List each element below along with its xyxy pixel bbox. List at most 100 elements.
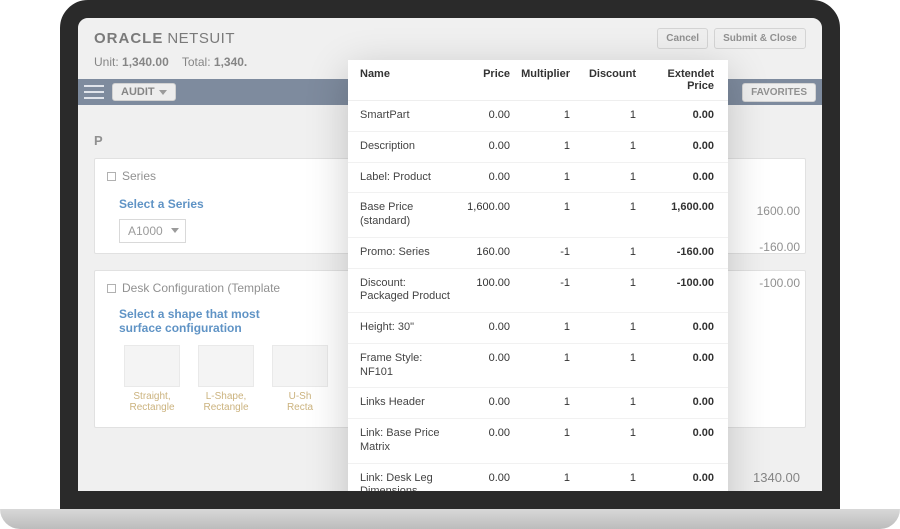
hamburger-icon[interactable] (84, 85, 104, 99)
shape-label-line1: L-Shape, (193, 391, 259, 402)
shape-thumbnail (272, 345, 328, 387)
cell-extended-price: 1,600.00 (638, 199, 716, 215)
cell-price: 1,600.00 (452, 199, 512, 215)
cell-name: Link: Base Price Matrix (358, 425, 452, 457)
cancel-button[interactable]: Cancel (657, 28, 708, 49)
cell-discount: 1 (572, 199, 638, 215)
side-running-total: 1340.00 (753, 470, 800, 485)
table-row: Base Price (standard)1,600.00111,600.00 (348, 193, 728, 238)
shape-option[interactable]: Straight,Rectangle (119, 345, 185, 413)
col-multiplier: Multiplier (512, 66, 572, 82)
shape-label-line2: Rectangle (193, 402, 259, 413)
cell-multiplier: -1 (512, 275, 572, 291)
cell-extended-price: 0.00 (638, 394, 716, 410)
cell-name: Promo: Series (358, 244, 452, 262)
cell-extended-price: 0.00 (638, 169, 716, 185)
laptop-base (0, 509, 900, 529)
cell-extended-price: 0.00 (638, 470, 716, 486)
cell-price: 100.00 (452, 275, 512, 291)
cell-discount: 1 (572, 107, 638, 123)
cell-price: 0.00 (452, 107, 512, 123)
col-discount: Discount (572, 66, 638, 82)
cell-price: 0.00 (452, 350, 512, 366)
series-select[interactable]: A1000 (119, 219, 186, 243)
shape-thumbnail (124, 345, 180, 387)
cell-price: 0.00 (452, 470, 512, 486)
shape-label-line2: Recta (267, 402, 333, 413)
cell-name: Label: Product (358, 169, 452, 187)
cell-extended-price: -100.00 (638, 275, 716, 291)
unit-label: Unit: (94, 55, 119, 69)
cell-multiplier: 1 (512, 470, 572, 486)
favorites-button[interactable]: FAVORITES (742, 83, 816, 102)
col-price: Price (452, 66, 512, 82)
series-section-header[interactable]: Series (107, 169, 156, 183)
cell-multiplier: 1 (512, 394, 572, 410)
cell-extended-price: 0.00 (638, 107, 716, 123)
cell-extended-price: 0.00 (638, 350, 716, 366)
cell-price: 0.00 (452, 425, 512, 441)
cell-discount: 1 (572, 275, 638, 291)
cell-multiplier: 1 (512, 138, 572, 154)
modal-header-row: Name Price Multiplier Discount Extendet … (348, 60, 728, 101)
shape-label-line1: U-Sh (267, 391, 333, 402)
series-select-value: A1000 (128, 224, 163, 238)
col-name: Name (358, 66, 452, 82)
cell-name: SmartPart (358, 107, 452, 125)
cell-multiplier: 1 (512, 107, 572, 123)
table-row: SmartPart0.00110.00 (348, 101, 728, 132)
cell-multiplier: 1 (512, 319, 572, 335)
shape-label-line1: Straight, (119, 391, 185, 402)
desk-config-section-header[interactable]: Desk Configuration (Template (107, 281, 280, 295)
cell-extended-price: 0.00 (638, 319, 716, 335)
oracle-wordmark: ORACLE (94, 30, 163, 47)
cell-name: Discount: Packaged Product (358, 275, 452, 307)
price-breakdown-modal: Name Price Multiplier Discount Extendet … (348, 60, 728, 509)
table-row: Height: 30"0.00110.00 (348, 313, 728, 344)
total-value: 1,340. (214, 55, 247, 69)
cell-name: Frame Style: NF101 (358, 350, 452, 382)
cell-name: Description (358, 138, 452, 156)
shape-option[interactable]: L-Shape,Rectangle (193, 345, 259, 413)
submit-close-button[interactable]: Submit & Close (714, 28, 806, 49)
collapse-icon (107, 172, 116, 181)
shape-option[interactable]: U-ShRecta (267, 345, 333, 413)
cell-discount: 1 (572, 319, 638, 335)
cell-extended-price: 0.00 (638, 138, 716, 154)
side-price-column: 1600.00 -160.00 -100.00 (757, 204, 800, 312)
cell-price: 0.00 (452, 138, 512, 154)
cell-price: 0.00 (452, 169, 512, 185)
cell-name: Base Price (standard) (358, 199, 452, 231)
chevron-down-icon (159, 90, 167, 95)
cell-discount: 1 (572, 470, 638, 486)
cell-name: Link: Desk Leg Dimensions (358, 470, 452, 502)
cell-discount: 1 (572, 244, 638, 260)
table-row: Frame Style: NF1010.00110.00 (348, 344, 728, 389)
cell-name: Height: 30" (358, 319, 452, 337)
collapse-icon (107, 284, 116, 293)
cell-discount: 1 (572, 394, 638, 410)
cell-price: 0.00 (452, 319, 512, 335)
cell-discount: 1 (572, 169, 638, 185)
total-label: Total: (182, 55, 211, 69)
table-row: Link: Desk Leg Dimensions0.00110.00 (348, 464, 728, 509)
cell-name: Links Header (358, 394, 452, 412)
table-row: Description0.00110.00 (348, 132, 728, 163)
table-row: Discount: Packaged Product100.00-11-100.… (348, 269, 728, 314)
cell-multiplier: 1 (512, 199, 572, 215)
table-row: Promo: Series160.00-11-160.00 (348, 238, 728, 269)
shape-label-line2: Rectangle (119, 402, 185, 413)
audit-dropdown[interactable]: AUDIT (112, 83, 176, 101)
cell-multiplier: -1 (512, 244, 572, 260)
cell-discount: 1 (572, 350, 638, 366)
chevron-down-icon (171, 228, 179, 233)
shape-thumbnail (198, 345, 254, 387)
cell-discount: 1 (572, 138, 638, 154)
col-extended-price: Extendet Price (638, 66, 716, 94)
webcam-dot (445, 4, 455, 14)
cell-multiplier: 1 (512, 425, 572, 441)
side-price: 1600.00 (757, 204, 800, 218)
cell-price: 0.00 (452, 394, 512, 410)
unit-value: 1,340.00 (122, 55, 169, 69)
netsuite-wordmark: NETSUIT (167, 30, 235, 47)
